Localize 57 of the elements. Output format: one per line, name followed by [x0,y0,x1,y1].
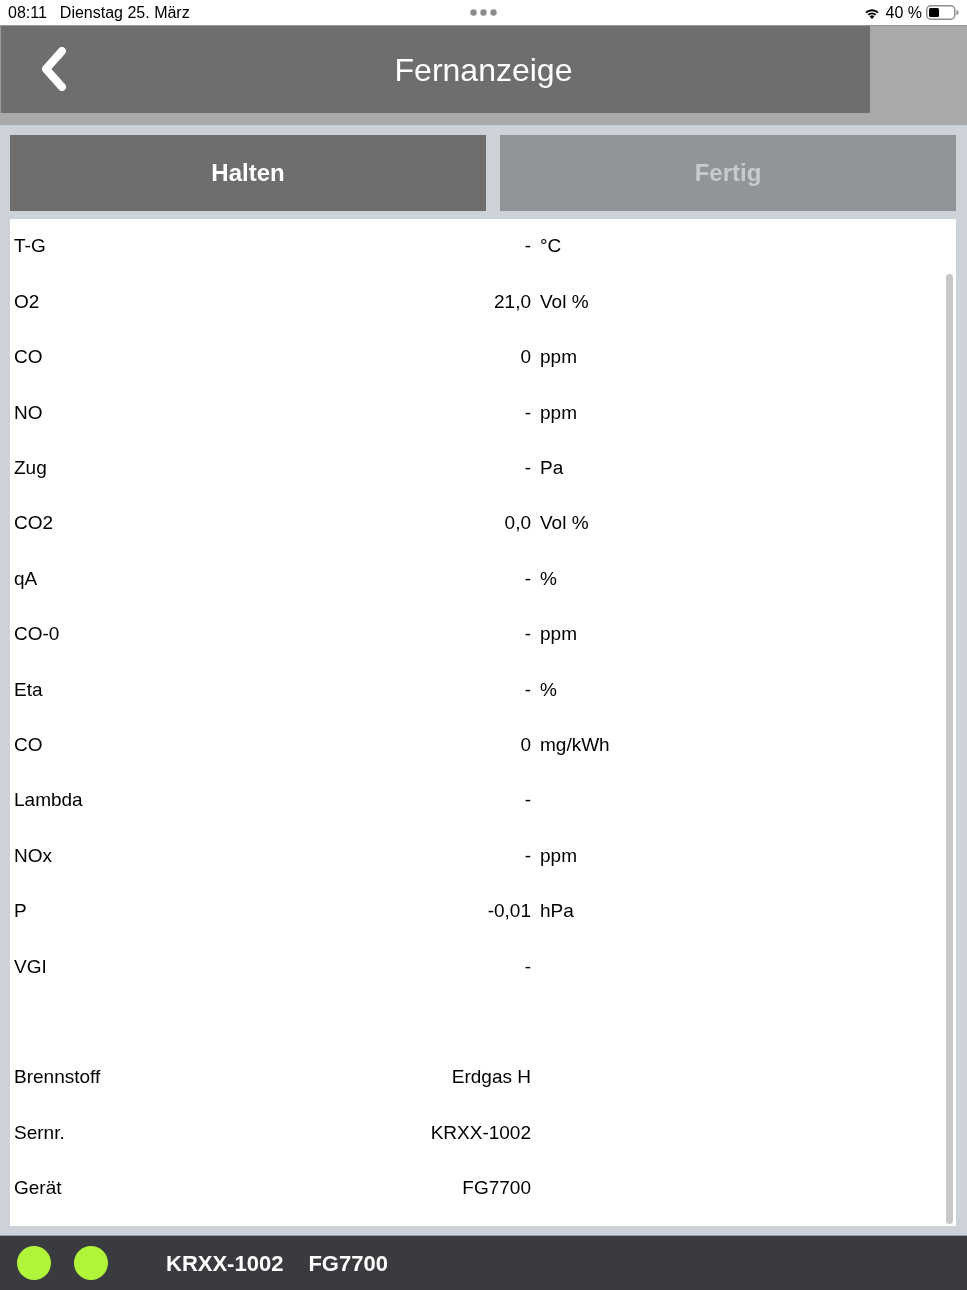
row-value: - [523,456,531,480]
row-value: 21,0 [493,289,531,314]
battery-icon [926,5,959,20]
row-value: - [523,954,531,979]
row-label: VGI [14,954,48,979]
row-value: - [523,566,531,591]
row-unit: ppm [540,400,577,425]
row-label: qA [14,566,39,591]
row-unit: Vol % [540,289,589,314]
row-unit: % [540,677,557,702]
row-label: Brennstoff [14,1065,102,1090]
row-unit: ppm [540,345,577,370]
row-label: CO [14,732,44,757]
row-value: Erdgas H [450,1065,531,1090]
wifi-icon [863,6,880,19]
row-value: - [523,234,531,259]
footer-serial: KRXX-1002 [166,1249,284,1278]
row-label: NO [14,400,44,425]
row-unit: Pa [540,456,564,480]
row-value: - [523,843,531,868]
row-unit: hPa [540,899,574,924]
row-value: - [523,677,531,702]
row-label: CO-0 [14,622,61,647]
row-unit: ppm [540,622,577,647]
row-label: CO [14,345,44,370]
header-title: Fernanzeige [393,50,573,90]
row-label: NOx [14,843,53,868]
row-label: Lambda [14,788,84,813]
row-unit: ppm [540,843,577,868]
row-label: Gerät [14,1176,63,1201]
scrollbar-thumb[interactable] [946,274,953,1224]
row-value: KRXX-1002 [429,1120,531,1145]
row-value: - [523,622,531,647]
row-value: 0,0 [503,511,531,536]
row-unit: mg/kWh [540,732,610,757]
row-unit: % [540,566,557,591]
row-label: Eta [14,677,44,702]
row-label: O2 [14,289,41,314]
status-time: 08:11 [8,2,47,23]
row-label: T-G [14,234,47,259]
row-value: 0 [519,345,531,370]
row-value: - [523,400,531,425]
status-date: Dienstag 25. März [59,2,190,23]
row-label: Sernr. [14,1120,66,1145]
battery-percent: 40 % [885,2,922,23]
row-value: FG7700 [461,1176,531,1201]
action-button[interactable]: Halten [10,135,486,211]
row-unit: Vol % [540,511,589,536]
row-label: P [14,899,28,924]
more-dots-icon [470,9,497,16]
row-value: 0 [519,732,531,757]
footer-device: FG7700 [308,1249,388,1278]
row-label: CO2 [14,511,55,536]
row-value: -0,01 [486,899,531,924]
row-unit: °C [540,234,562,259]
row-value: - [523,788,531,813]
row-label: Zug [14,456,48,480]
